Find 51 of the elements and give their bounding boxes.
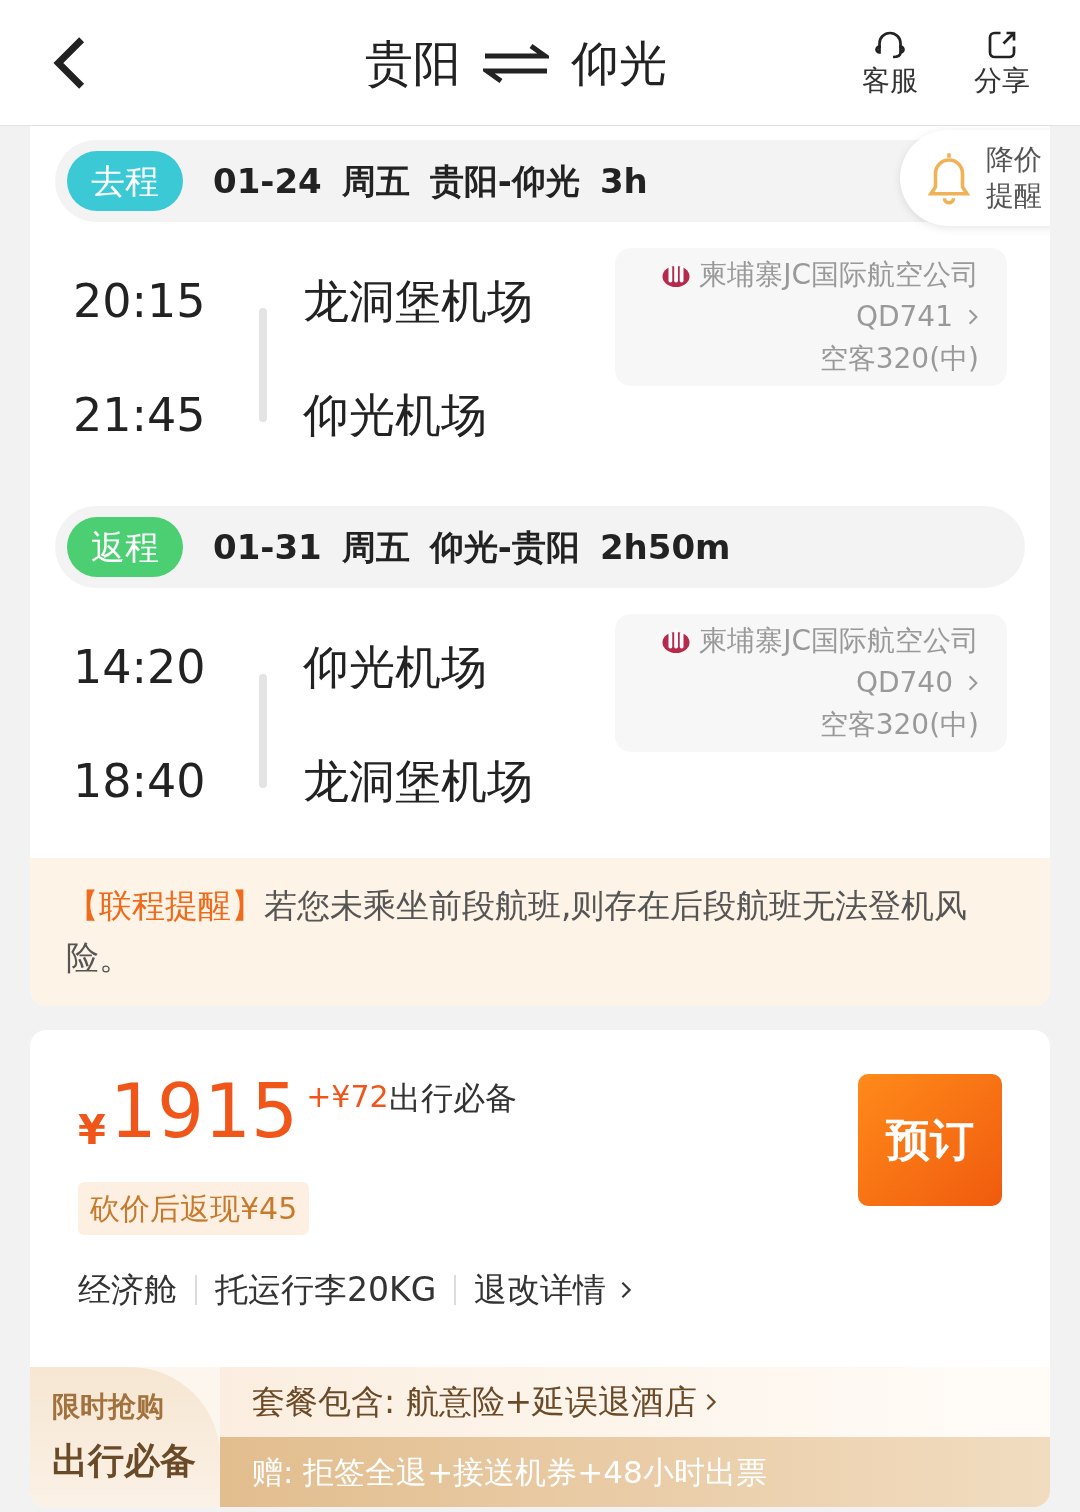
notice-text: 【联程提醒】若您未乘坐前段航班,则存在后段航班无法登机风险。 <box>66 885 969 979</box>
extra-price: +¥72 <box>306 1078 389 1116</box>
aircraft-type: 空客320(中) <box>819 341 979 377</box>
leg-summary-text: 周五 <box>341 159 410 203</box>
leg-tag: 返程 <box>67 517 183 577</box>
departure-airport: 仰光机场 <box>303 640 488 694</box>
leg-summary-text: 01-24 <box>213 159 322 203</box>
header-action-button[interactable]: 分享 <box>974 26 1030 99</box>
leg-summary-text: 01-31 <box>213 525 322 569</box>
departure-time: 14:20 <box>73 640 207 694</box>
flight-number: QD740 <box>855 665 953 701</box>
extra-label: 出行必备 <box>388 1078 517 1119</box>
fare-feature: 经济舱 <box>78 1269 177 1312</box>
leg-summary-text: 周五 <box>341 525 410 569</box>
chevron-right-icon <box>705 1391 718 1413</box>
airline-logo-icon <box>661 261 692 289</box>
price-alert-button[interactable]: 降价 提醒 <box>900 130 1050 226</box>
bundle-badge-text: 限时抢购 <box>52 1389 165 1425</box>
currency-symbol: ¥ <box>78 1106 106 1155</box>
flight-number: QD741 <box>855 299 953 335</box>
leg-summary-text: 贵阳-仰光 <box>429 159 580 203</box>
bundle-badge-title: 出行必备 <box>52 1439 197 1483</box>
bundle-banner[interactable]: 限时抢购 出行必备 套餐包含: 航意险+延误退酒店 赠: 拒签全退+接送机券+48小时出票 <box>30 1367 1050 1507</box>
cashback-badge: 砍价后返现¥45 <box>78 1182 310 1235</box>
departure-time: 20:15 <box>73 274 207 328</box>
airline-name: 柬埔寨JC国际航空公司 <box>699 257 979 293</box>
leg-tag: 去程 <box>67 151 183 211</box>
aircraft-type: 空客320(中) <box>819 707 979 743</box>
header-action-button[interactable]: 客服 <box>862 26 918 99</box>
departure-airport: 龙洞堡机场 <box>303 274 534 328</box>
price-alert-text: 降价 <box>986 142 1042 178</box>
chevron-right-icon <box>620 1279 633 1301</box>
price-alert-text: 提醒 <box>986 178 1042 214</box>
bundle-includes: 套餐包含: 航意险+延误退酒店 <box>252 1381 698 1424</box>
arrival-time: 18:40 <box>73 754 207 808</box>
arrival-airport: 仰光机场 <box>303 388 488 442</box>
origin-city: 贵阳 <box>365 33 461 93</box>
fare-feature: 托运行李20KG <box>215 1269 437 1312</box>
airline-name: 柬埔寨JC国际航空公司 <box>699 623 979 659</box>
leg-summary-text: 2h50m <box>599 525 731 569</box>
change-policy-link[interactable]: 退改详情 <box>474 1265 633 1315</box>
destination-city: 仰光 <box>571 33 667 93</box>
arrival-time: 21:45 <box>73 388 207 442</box>
leg-summary-text: 3h <box>599 159 648 203</box>
chevron-right-icon <box>967 308 979 326</box>
chevron-right-icon <box>967 674 979 692</box>
bundle-gift: 赠: 拒签全退+接送机券+48小时出票 <box>252 1452 767 1492</box>
leg-summary-text: 仰光-贵阳 <box>429 525 580 569</box>
airline-logo-icon <box>661 627 692 655</box>
arrival-airport: 龙洞堡机场 <box>303 754 534 808</box>
price: 1915 <box>109 1074 299 1148</box>
